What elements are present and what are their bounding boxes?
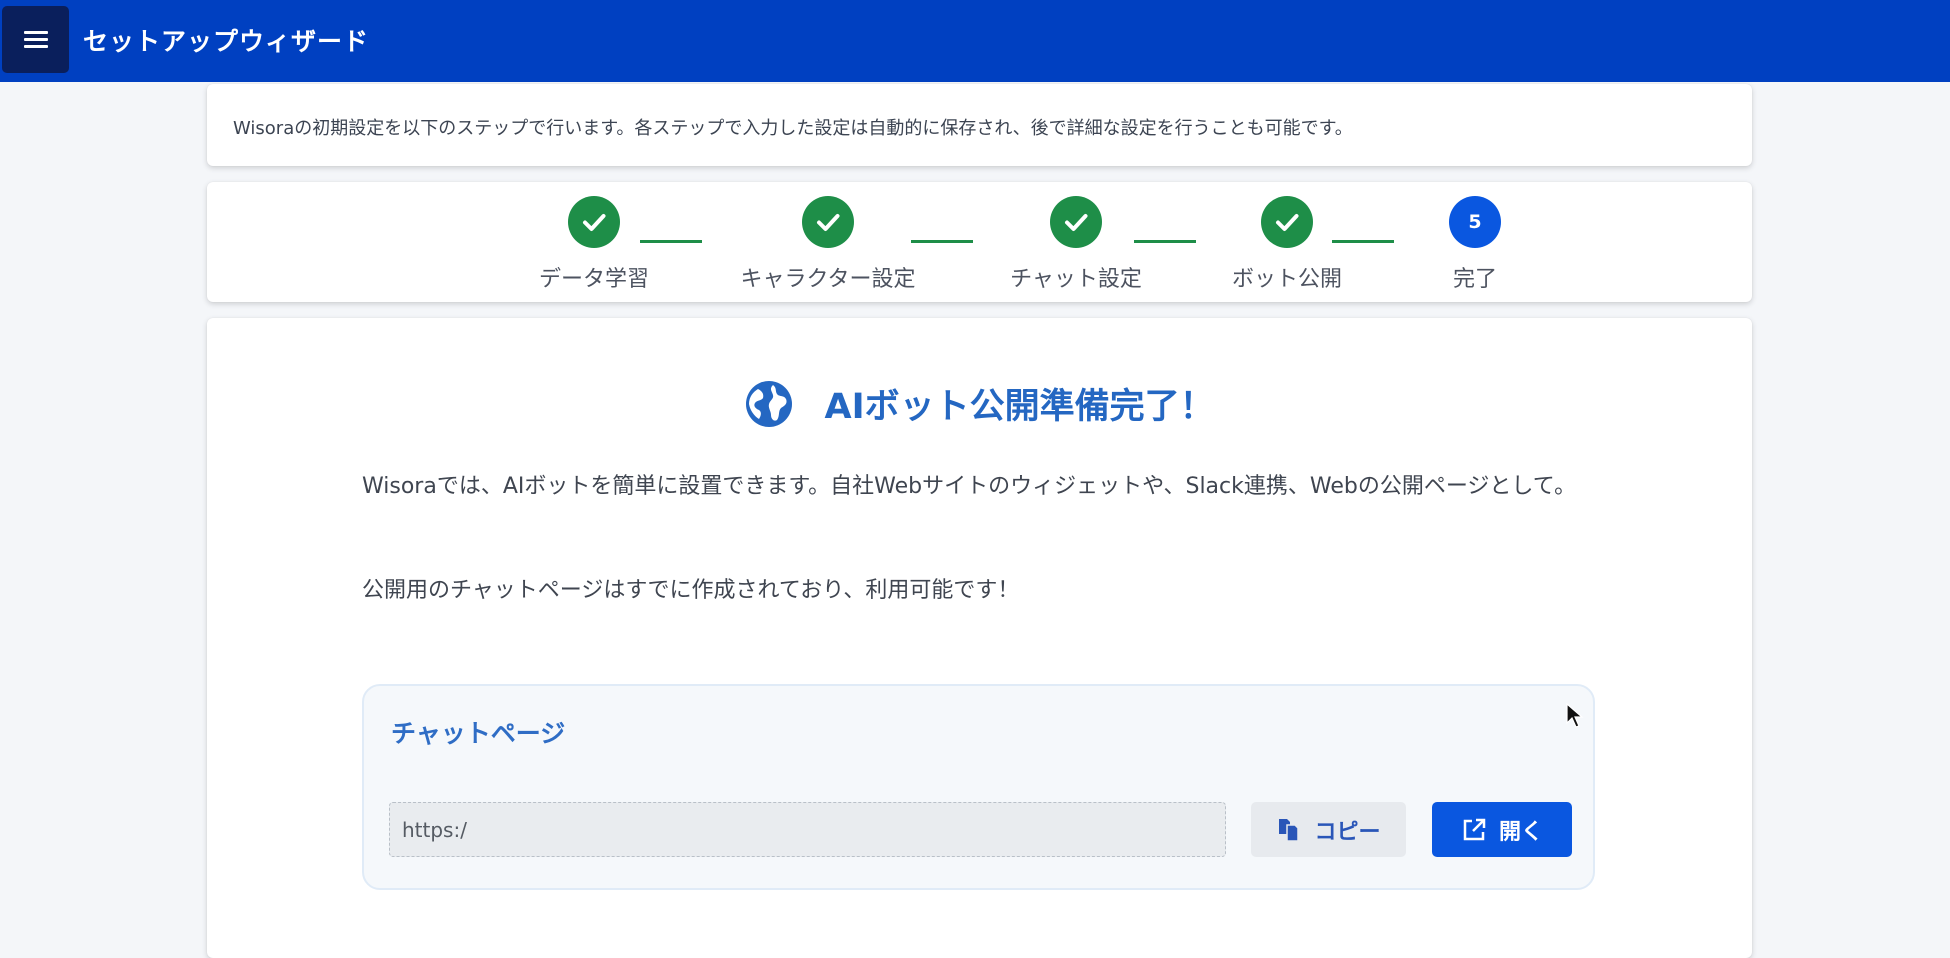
step-label: データ学習	[538, 267, 650, 292]
open-button[interactable]: 開く	[1432, 802, 1572, 857]
chat-page-url-field[interactable]	[389, 802, 1226, 857]
step-connector	[911, 240, 973, 243]
step-label: チャット設定	[1010, 267, 1142, 292]
step-character-settings[interactable]: キャラクター設定	[740, 196, 916, 292]
check-icon	[568, 196, 620, 248]
step-complete[interactable]: 5 完了	[1425, 196, 1525, 292]
check-icon	[1261, 196, 1313, 248]
check-icon	[802, 196, 854, 248]
check-icon	[1050, 196, 1102, 248]
status-paragraph: 公開用のチャットページはすでに作成されており、利用可能です！	[362, 578, 1020, 603]
copy-icon	[1279, 818, 1300, 842]
menu-button[interactable]	[2, 6, 69, 73]
description-paragraph: Wisoraでは、AIボットを簡単に設置できます。自社Webサイトのウィジェット…	[362, 474, 1577, 499]
step-connector	[1134, 240, 1196, 243]
intro-card: Wisoraの初期設定を以下のステップで行います。各ステップで入力した設定は自動…	[207, 84, 1752, 166]
step-data-learning[interactable]: データ学習	[539, 196, 649, 292]
copy-button[interactable]: コピー	[1251, 802, 1406, 857]
open-button-label: 開く	[1498, 819, 1543, 845]
main-card: AIボット公開準備完了！ Wisoraでは、AIボットを簡単に設置できます。自社…	[207, 318, 1752, 958]
heading-text: AIボット公開準備完了！	[824, 387, 1215, 427]
intro-text: Wisoraの初期設定を以下のステップで行います。各ステップで入力した設定は自動…	[233, 118, 1353, 139]
step-label: ボット公開	[1231, 267, 1343, 292]
step-label: 完了	[1452, 267, 1498, 292]
hamburger-menu-icon	[23, 30, 48, 49]
step-chat-settings[interactable]: チャット設定	[1010, 196, 1142, 292]
chat-page-title: チャットページ	[391, 719, 566, 748]
step-connector	[640, 240, 702, 243]
mouse-cursor-icon	[1566, 703, 1584, 728]
app-title: セットアップウィザード	[83, 27, 370, 56]
chat-page-panel: チャットページ コピー 開く	[362, 684, 1595, 890]
top-app-bar: セットアップウィザード	[0, 0, 1950, 82]
external-link-icon	[1463, 818, 1486, 840]
step-connector	[1332, 240, 1394, 243]
copy-button-label: コピー	[1314, 819, 1381, 845]
stepper: データ学習 キャラクター設定 チャット設定 ボット公開 5 完了	[207, 182, 1752, 302]
page-heading: AIボット公開準備完了！	[207, 378, 1752, 429]
globe-icon	[746, 380, 793, 427]
step-label: キャラクター設定	[740, 267, 916, 292]
step-bot-publish[interactable]: ボット公開	[1232, 196, 1342, 292]
step-number-badge: 5	[1449, 196, 1501, 248]
